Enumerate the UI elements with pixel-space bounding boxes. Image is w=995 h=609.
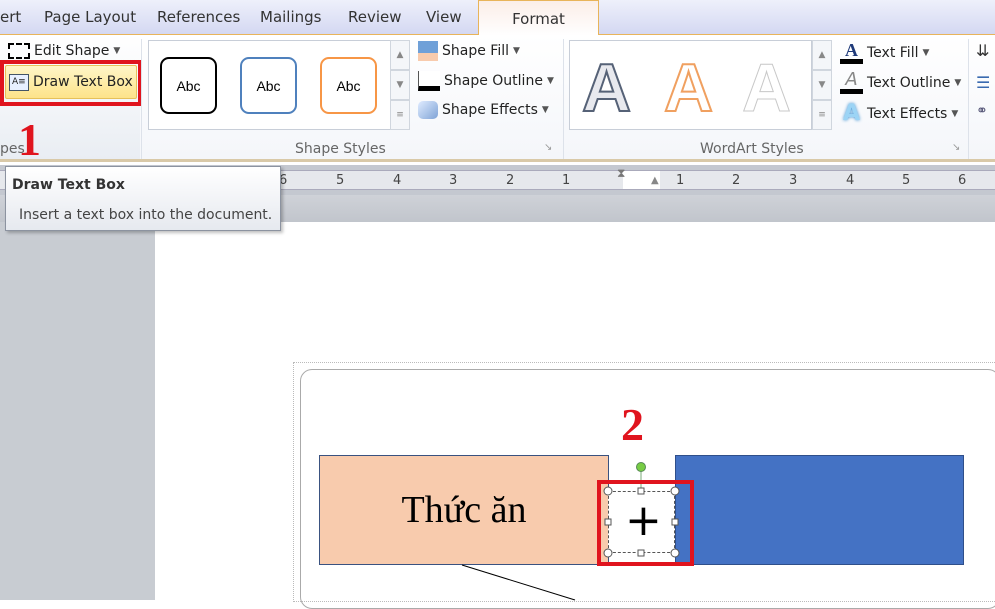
gallery-more-button[interactable]: ≡: [390, 100, 410, 130]
highlight-box-2: [597, 480, 694, 566]
step-2-label: 2: [621, 399, 644, 450]
ruler-number: 2: [732, 173, 741, 188]
text-effects-label: Text Effects: [867, 105, 948, 122]
tab-format[interactable]: Format: [478, 0, 599, 36]
text-outline-icon: A: [840, 71, 863, 94]
text-outline-label: Text Outline: [867, 74, 951, 91]
shape-styles-gallery: Abc Abc Abc: [148, 40, 410, 130]
ruler-number: 5: [336, 173, 345, 188]
step-1-label: 1: [18, 114, 41, 165]
edit-shape-button[interactable]: Edit Shape ▼: [8, 43, 120, 59]
tab-page-layout[interactable]: Page Layout: [44, 8, 136, 26]
text-outline-button[interactable]: A Text Outline ▼: [840, 71, 961, 94]
align-text-icon[interactable]: ☰: [976, 73, 990, 92]
wordart-scroll-down[interactable]: ▼: [812, 70, 832, 100]
ruler-number: 1: [562, 173, 571, 188]
edit-shape-label: Edit Shape: [34, 43, 110, 59]
indent-marker-icon[interactable]: ⧗: [617, 166, 625, 181]
ruler-number: 6: [958, 173, 967, 188]
text-box-icon: A≡: [9, 73, 29, 91]
ruler-number: 5: [902, 173, 911, 188]
tab-references[interactable]: References: [157, 8, 240, 26]
chevron-down-icon: ▼: [513, 46, 520, 56]
shape-food[interactable]: Thức ăn: [319, 455, 609, 565]
document-page[interactable]: Thức ăn 2 +: [155, 222, 995, 609]
shape-outline-label: Shape Outline: [444, 73, 543, 89]
ruler-number: 1: [676, 173, 685, 188]
ribbon: Edit Shape ▼ A≡ Draw Text Box 1 pes Abc A…: [0, 35, 995, 165]
shape-outline-button[interactable]: Shape Outline ▼: [418, 71, 554, 91]
shape-fill-label: Shape Fill: [442, 43, 509, 59]
ruler-number: 4: [393, 173, 402, 188]
pencil-icon: [418, 71, 440, 91]
shape-style-blue[interactable]: Abc: [240, 57, 297, 114]
draw-text-box-button[interactable]: A≡ Draw Text Box: [5, 65, 137, 99]
ruler-number: 3: [449, 173, 458, 188]
tab-insert[interactable]: ert: [0, 8, 21, 26]
chevron-down-icon: ▼: [951, 108, 959, 119]
text-fill-icon: A: [840, 41, 863, 64]
shape-fill-button[interactable]: Shape Fill ▼: [418, 41, 520, 61]
shape-style-orange[interactable]: Abc: [320, 57, 377, 114]
chevron-down-icon: ▼: [113, 46, 121, 56]
tab-view[interactable]: View: [426, 8, 462, 26]
right-indent-marker-icon[interactable]: ▲: [651, 175, 659, 186]
connector-line: [461, 564, 576, 601]
wordart-style-orange[interactable]: A: [663, 49, 714, 127]
tab-format-label: Format: [512, 10, 565, 28]
dialog-launcher-icon[interactable]: ↘: [544, 142, 552, 153]
gallery-scroll-up[interactable]: ▲: [390, 40, 410, 70]
shape-effects-icon: [418, 101, 438, 119]
text-effects-icon: A: [842, 101, 861, 126]
ribbon-tab-bar: ert Page Layout References Mailings Revi…: [0, 0, 995, 36]
text-fill-button[interactable]: A Text Fill ▼: [840, 41, 929, 64]
ruler-number: 3: [789, 173, 798, 188]
text-fill-label: Text Fill: [867, 44, 919, 61]
paint-bucket-icon: [418, 41, 438, 61]
chevron-down-icon: ▼: [546, 76, 554, 86]
tooltip-description: Insert a text box into the document.: [19, 207, 273, 223]
tooltip: Draw Text Box Insert a text box into the…: [5, 166, 281, 231]
shape-effects-button[interactable]: Shape Effects ▼: [418, 101, 549, 119]
chevron-down-icon: ▼: [954, 77, 962, 88]
ruler-number: 4: [846, 173, 855, 188]
tab-mailings[interactable]: Mailings: [260, 8, 321, 26]
shape-style-black[interactable]: Abc: [160, 57, 217, 114]
wordart-style-white[interactable]: A: [741, 49, 791, 127]
text-effects-button[interactable]: A Text Effects ▼: [840, 101, 958, 126]
text-direction-icon[interactable]: ⇊: [976, 41, 989, 60]
shape-blue[interactable]: [675, 455, 964, 565]
wordart-style-gray[interactable]: A: [581, 49, 632, 127]
wordart-styles-gallery: A A A: [569, 40, 812, 130]
chevron-down-icon: ▼: [922, 47, 930, 58]
tooltip-title: Draw Text Box: [12, 177, 125, 193]
ruler-number: 2: [506, 173, 515, 188]
wordart-styles-group-label: WordArt Styles: [700, 141, 804, 157]
wordart-more-button[interactable]: ≡: [812, 100, 832, 130]
shape-effects-label: Shape Effects: [442, 102, 538, 118]
dialog-launcher-icon[interactable]: ↘: [952, 142, 960, 153]
create-link-icon[interactable]: ⚭: [976, 103, 988, 119]
insert-shapes-group-label: pes: [0, 141, 25, 157]
draw-text-box-label: Draw Text Box: [33, 74, 133, 90]
document-background: [0, 222, 155, 600]
wordart-scroll-up[interactable]: ▲: [812, 40, 832, 70]
tab-review[interactable]: Review: [348, 8, 402, 26]
edit-shape-icon: [8, 43, 30, 59]
shape-styles-group-label: Shape Styles: [295, 141, 386, 157]
gallery-scroll-down[interactable]: ▼: [390, 70, 410, 100]
chevron-down-icon: ▼: [541, 105, 549, 115]
